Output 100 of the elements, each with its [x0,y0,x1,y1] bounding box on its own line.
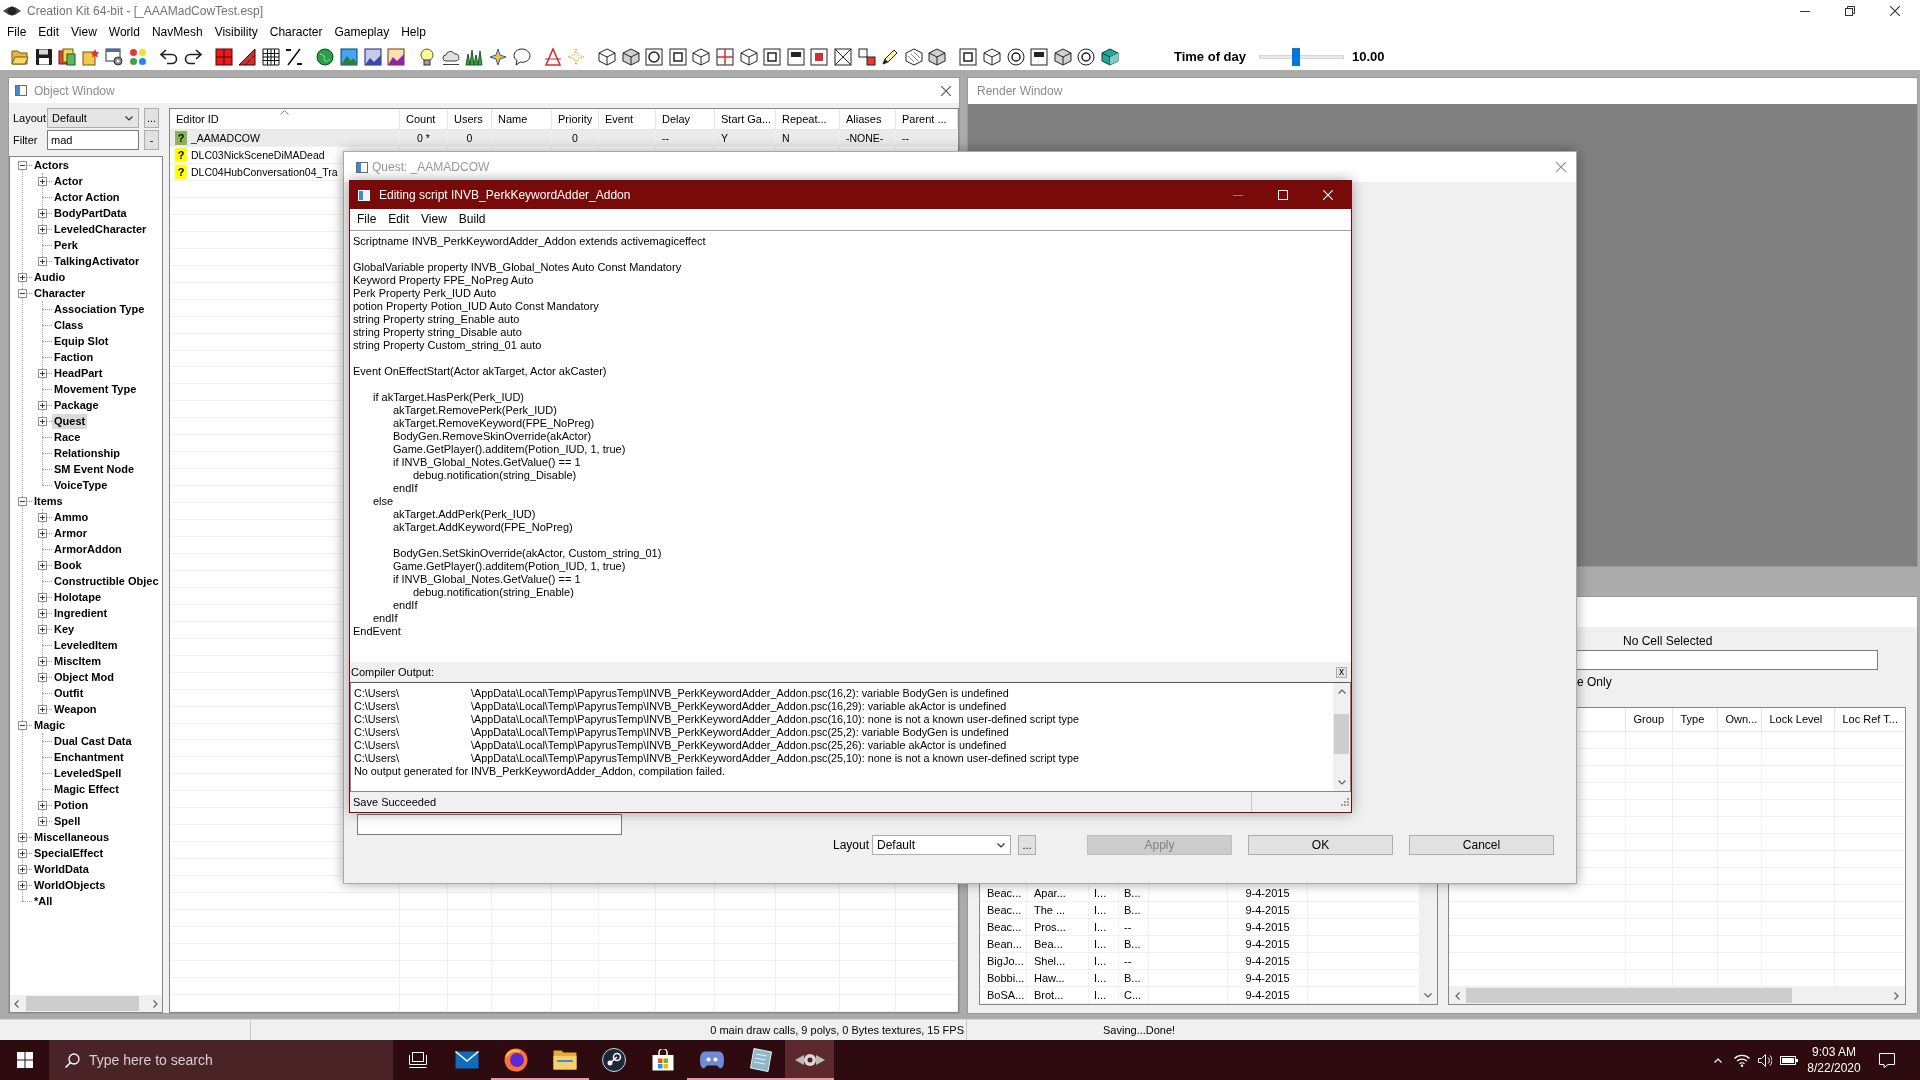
chevron-down-icon[interactable] [1337,780,1346,785]
tree-item[interactable]: LeveledCharacter [52,221,149,237]
plus-box-icon[interactable] [18,848,27,858]
tree-item[interactable]: SM Event Node [52,461,137,477]
restore-icon[interactable] [1844,6,1855,16]
tree-item[interactable]: Quest [52,413,88,429]
menu-item[interactable]: Gameplay [328,22,396,43]
column-header[interactable]: Users [448,109,492,129]
close-icon[interactable] [941,85,951,96]
plus-box-icon[interactable] [38,208,47,218]
menu-item[interactable]: View [65,22,103,43]
plus-box-icon[interactable] [38,400,47,410]
ring-icon[interactable] [1077,47,1096,66]
battery-icon[interactable] [1779,1055,1798,1065]
code-editor[interactable] [350,230,1351,662]
plus-box-icon[interactable] [38,608,47,618]
landscape-icon[interactable] [339,47,358,66]
minimize-icon[interactable] [1799,10,1810,12]
column-header[interactable]: Repeat... [776,109,840,129]
undo-icon[interactable] [159,47,178,66]
tree-item[interactable]: Package [52,397,101,413]
column-header[interactable]: Count [400,109,448,129]
menu-item[interactable]: NavMesh [145,22,209,43]
cube-icon[interactable] [739,47,758,66]
plus-box-icon[interactable] [38,560,47,570]
plus-box-icon[interactable] [38,672,47,682]
tree-item[interactable]: Holotape [52,589,104,605]
plus-box-icon[interactable] [38,704,47,714]
tree-item[interactable]: Potion [52,797,91,813]
tree-item[interactable]: MiscItem [52,653,104,669]
tree-item[interactable]: Perk [52,237,80,253]
cube-icon[interactable] [983,47,1001,66]
tree-item[interactable]: Actor [52,173,85,189]
tree-item[interactable]: Movement Type [52,381,139,397]
close-button[interactable]: x [1336,666,1347,678]
tree-item[interactable]: Ingredient [52,605,110,621]
chevron-down-icon[interactable] [1424,993,1432,998]
vertical-scrollbar[interactable] [1333,683,1350,791]
dialog-button[interactable]: Cancel [1409,835,1554,855]
horizontal-scrollbar[interactable] [1448,987,1905,1004]
tree-item[interactable]: Magic [32,717,68,733]
tree-item[interactable]: LeveledItem [52,637,120,653]
chevron-down-icon[interactable] [125,115,133,121]
tree-item[interactable]: Dual Cast Data [52,733,134,749]
column-header[interactable]: Group [1625,708,1673,731]
menu-item[interactable]: World [102,22,146,43]
pen-icon[interactable] [881,47,900,66]
filled-frame-icon[interactable] [810,47,829,66]
dialog-button[interactable]: OK [1248,835,1393,855]
tree-item[interactable]: Character [32,285,88,301]
dotted-star-icon[interactable] [567,47,586,66]
column-header[interactable]: Lock Level [1761,708,1835,731]
filter-field[interactable]: mad [47,130,139,150]
plus-box-icon[interactable] [18,864,27,874]
column-header[interactable]: Editor ID [170,109,400,129]
chevron-right-icon[interactable] [153,999,158,1008]
triangle-marker-icon[interactable] [543,47,562,66]
scrollbar-thumb[interactable] [1465,988,1792,1003]
linked-squares-icon[interactable] [857,47,876,66]
column-header[interactable]: Own... [1717,708,1762,731]
tree-item[interactable]: Association Type [52,301,147,317]
tree-item[interactable]: Class [52,317,86,333]
tree-item[interactable]: *All [32,893,55,909]
hatched-hexagon-icon[interactable] [904,47,923,66]
column-header[interactable]: Event [599,109,656,129]
diagonal-slash-icon[interactable] [285,47,304,66]
column-header[interactable]: Name [492,109,552,129]
minus-box-icon[interactable] [18,720,27,730]
framed-square-icon[interactable] [959,47,978,66]
tree-item[interactable]: Faction [52,349,96,365]
taskbar-button[interactable] [785,1040,834,1080]
tree-item[interactable]: Race [52,429,83,445]
tree-item[interactable]: LeveledSpell [52,765,124,781]
chevron-left-icon[interactable] [14,999,19,1008]
plus-box-icon[interactable] [38,368,47,378]
tree-item[interactable]: Actor Action [52,189,122,205]
tree-item[interactable]: WorldData [32,861,91,877]
layout-dropdown[interactable]: Default [872,835,1011,855]
filled-square-icon[interactable] [214,47,233,66]
plus-box-icon[interactable] [38,624,47,634]
tree-item[interactable]: Magic Effect [52,781,121,797]
grass-icon[interactable] [465,47,484,66]
menu-item[interactable]: Visibility [208,22,264,43]
horizontal-scrollbar[interactable] [10,995,162,1012]
plus-box-icon[interactable] [18,272,27,282]
framed-square-icon[interactable] [763,47,782,66]
chevron-right-icon[interactable] [1894,991,1899,1000]
plus-box-icon[interactable] [38,256,47,266]
menu-item[interactable]: View [415,209,453,230]
tree-item[interactable]: Items [32,493,65,509]
lightbulb-icon[interactable] [418,47,437,66]
window-gear-icon[interactable] [105,47,124,66]
task-view-icon[interactable] [408,1052,427,1068]
column-header[interactable]: Aliases [840,109,896,129]
speech-bubble-icon[interactable] [512,47,531,66]
tree-item[interactable]: Outfit [52,685,86,701]
wifi-icon[interactable] [1734,1053,1750,1067]
clear-filter-button[interactable]: - [144,130,159,150]
circle-square-icon[interactable] [645,47,664,66]
plus-box-icon[interactable] [38,224,47,234]
